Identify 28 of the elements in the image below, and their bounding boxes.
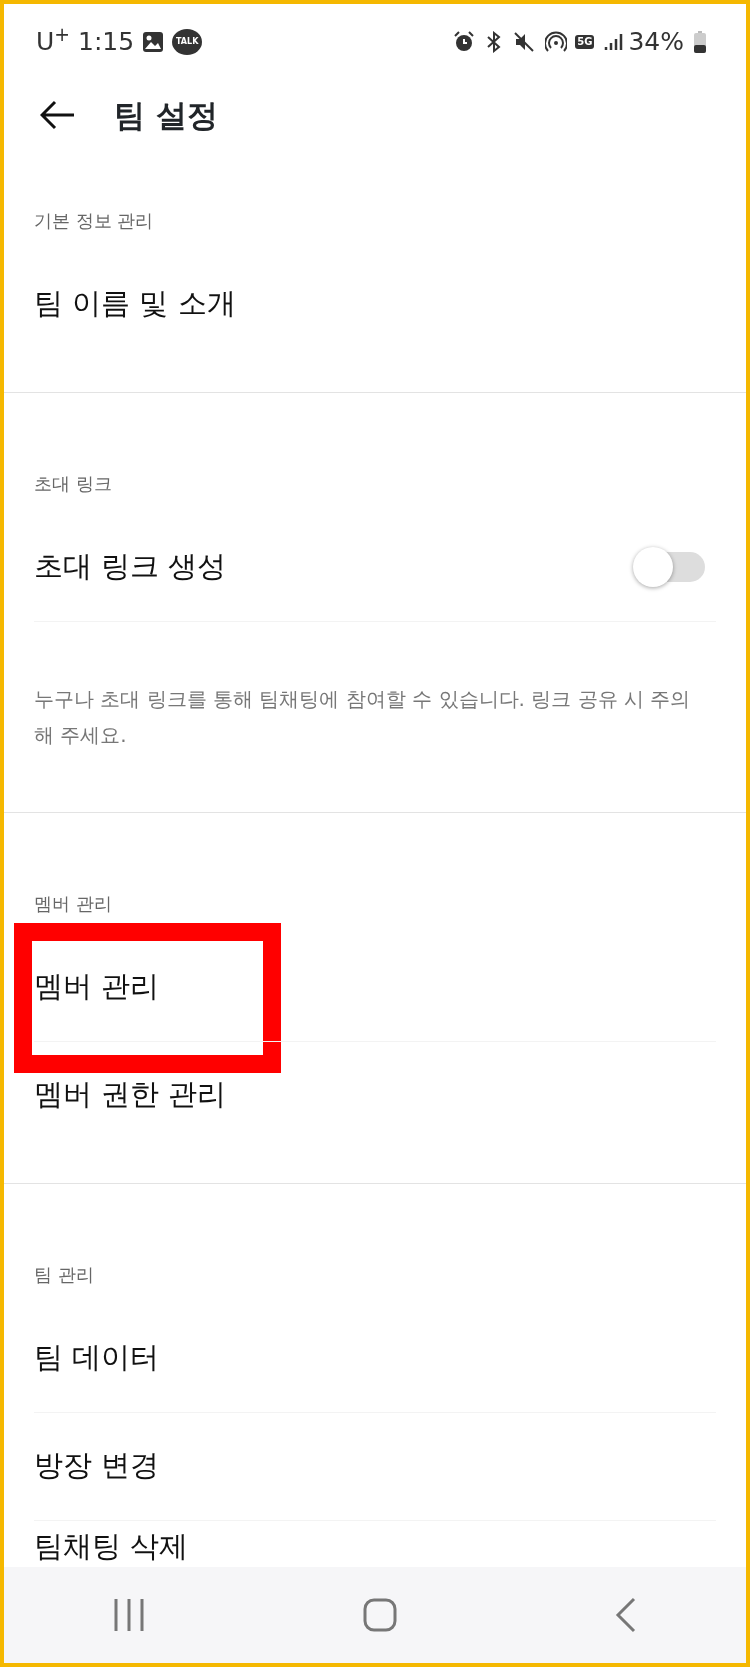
menu-item[interactable]: 팀 데이터: [34, 1336, 160, 1380]
alarm-icon: [453, 31, 476, 53]
menu-item[interactable]: 멤버 권한 관리: [34, 1073, 227, 1117]
menu-item[interactable]: 팀 이름 및 소개: [34, 282, 236, 326]
section-label: 멤버 관리: [34, 891, 112, 916]
description-text: 누구나 초대 링크를 통해 팀채팅에 참여할 수 있습니다. 링크 공유 시 주의해 주세요.: [34, 686, 692, 749]
carrier-text: U$^{+}$: [36, 23, 71, 59]
home-icon[interactable]: [363, 1598, 397, 1632]
battery-icon: [694, 31, 706, 53]
section-label: 초대 링크: [34, 471, 112, 496]
network-badge: 5G: [575, 35, 595, 49]
recent-apps-icon[interactable]: [113, 1598, 145, 1632]
setting-label: 초대 링크 생성: [34, 548, 227, 586]
battery-level: 34%: [628, 26, 684, 59]
mute-icon: [513, 31, 536, 53]
signal-icon: [604, 32, 625, 52]
back-arrow-icon[interactable]: [40, 100, 76, 130]
page-title: 팀 설정: [114, 95, 218, 135]
clock-time: 1:15: [78, 26, 135, 59]
menu-item[interactable]: 방장 변경: [34, 1444, 160, 1488]
back-icon[interactable]: [615, 1597, 637, 1633]
section-label: 팀 관리: [34, 1262, 94, 1287]
menu-item[interactable]: 팀채팅 삭제: [34, 1528, 189, 1566]
hotspot-icon: [545, 31, 568, 53]
gallery-icon: [142, 31, 165, 53]
section-label: 기본 정보 관리: [34, 208, 154, 233]
menu-item[interactable]: 멤버 관리: [34, 965, 160, 1009]
talk-badge: TALK: [172, 29, 203, 55]
